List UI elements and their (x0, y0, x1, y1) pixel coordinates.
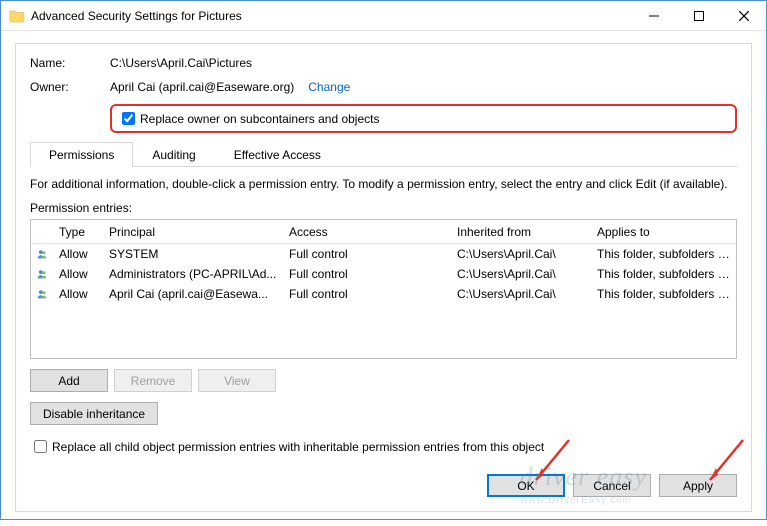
titlebar: Advanced Security Settings for Pictures (1, 1, 766, 31)
cell-type: Allow (53, 246, 103, 262)
entries-label: Permission entries: (30, 201, 737, 215)
folder-icon (9, 8, 25, 24)
table-row[interactable]: AllowAdministrators (PC-APRIL\Ad...Full … (31, 264, 736, 284)
cell-inherited: C:\Users\April.Cai\ (451, 246, 591, 262)
info-text: For additional information, double-click… (30, 177, 737, 191)
window: Advanced Security Settings for Pictures … (0, 0, 767, 520)
cell-applies: This folder, subfolders and files (591, 246, 736, 262)
minimize-button[interactable] (631, 1, 676, 30)
permissions-grid[interactable]: Type Principal Access Inherited from App… (30, 219, 737, 359)
cell-access: Full control (283, 246, 451, 262)
owner-value: April Cai (april.cai@Easeware.org) (110, 80, 294, 94)
entry-button-row: Add Remove View (30, 369, 737, 392)
view-button: View (198, 369, 276, 392)
content: Name: C:\Users\April.Cai\Pictures Owner:… (1, 31, 766, 526)
owner-row: Owner: April Cai (april.cai@Easeware.org… (30, 80, 737, 94)
name-row: Name: C:\Users\April.Cai\Pictures (30, 56, 737, 70)
cell-principal: SYSTEM (103, 246, 283, 262)
tab-bar: Permissions Auditing Effective Access (30, 141, 737, 167)
cell-applies: This folder, subfolders and files (591, 286, 736, 302)
user-group-icon (31, 245, 53, 263)
col-applies[interactable]: Applies to (591, 222, 736, 242)
replace-owner-highlight: Replace owner on subcontainers and objec… (110, 104, 737, 133)
replace-all-row: Replace all child object permission entr… (30, 437, 737, 456)
cell-principal: April Cai (april.cai@Easewa... (103, 286, 283, 302)
col-principal[interactable]: Principal (103, 222, 283, 242)
footer-buttons: OK Cancel Apply (30, 474, 737, 497)
tab-permissions[interactable]: Permissions (30, 142, 133, 167)
cell-type: Allow (53, 266, 103, 282)
tab-effective-access[interactable]: Effective Access (215, 142, 340, 167)
owner-label: Owner: (30, 80, 110, 94)
cell-access: Full control (283, 266, 451, 282)
disable-inheritance-button[interactable]: Disable inheritance (30, 402, 158, 425)
user-group-icon (31, 265, 53, 283)
cell-access: Full control (283, 286, 451, 302)
cell-inherited: C:\Users\April.Cai\ (451, 266, 591, 282)
cell-inherited: C:\Users\April.Cai\ (451, 286, 591, 302)
close-button[interactable] (721, 1, 766, 30)
col-access[interactable]: Access (283, 222, 451, 242)
cell-type: Allow (53, 286, 103, 302)
tab-auditing[interactable]: Auditing (133, 142, 214, 167)
replace-owner-checkbox[interactable] (122, 112, 135, 125)
cell-principal: Administrators (PC-APRIL\Ad... (103, 266, 283, 282)
cell-applies: This folder, subfolders and files (591, 266, 736, 282)
table-row[interactable]: AllowSYSTEMFull controlC:\Users\April.Ca… (31, 244, 736, 264)
col-type[interactable]: Type (53, 222, 103, 242)
panel: Name: C:\Users\April.Cai\Pictures Owner:… (15, 43, 752, 512)
name-label: Name: (30, 56, 110, 70)
replace-all-checkbox[interactable] (34, 440, 47, 453)
remove-button: Remove (114, 369, 192, 392)
replace-owner-label: Replace owner on subcontainers and objec… (140, 112, 379, 126)
apply-button[interactable]: Apply (659, 474, 737, 497)
name-value: C:\Users\April.Cai\Pictures (110, 56, 252, 70)
add-button[interactable]: Add (30, 369, 108, 392)
table-row[interactable]: AllowApril Cai (april.cai@Easewa...Full … (31, 284, 736, 304)
user-group-icon (31, 285, 53, 303)
window-title: Advanced Security Settings for Pictures (31, 9, 242, 23)
maximize-button[interactable] (676, 1, 721, 30)
replace-all-label: Replace all child object permission entr… (52, 440, 544, 454)
change-owner-link[interactable]: Change (308, 80, 350, 94)
ok-button[interactable]: OK (487, 474, 565, 497)
col-inherited[interactable]: Inherited from (451, 222, 591, 242)
cancel-button[interactable]: Cancel (573, 474, 651, 497)
grid-header: Type Principal Access Inherited from App… (31, 220, 736, 244)
